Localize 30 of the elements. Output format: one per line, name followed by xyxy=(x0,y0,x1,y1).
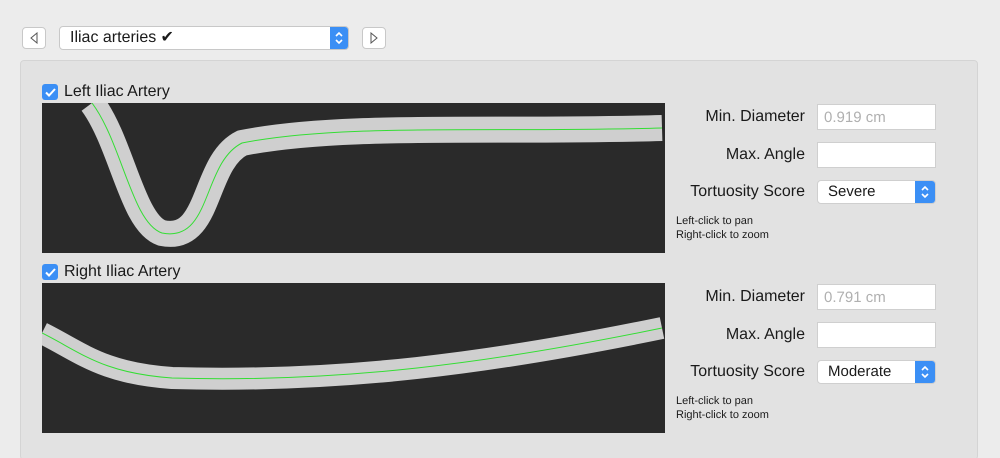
section-title: Left Iliac Artery xyxy=(64,82,170,102)
next-button[interactable] xyxy=(362,26,386,48)
field-label: Min. Diameter xyxy=(705,287,805,307)
field-label: Max. Angle xyxy=(726,145,805,165)
check-icon xyxy=(44,268,56,276)
section-dropdown[interactable]: Iliac arteries ✔ xyxy=(59,26,349,50)
left-triangle-icon xyxy=(29,32,39,44)
stepper-icon xyxy=(920,184,930,200)
check-icon xyxy=(44,88,56,96)
max-angle-field[interactable] xyxy=(817,322,936,348)
hint-text: Left-click to pan xyxy=(676,214,754,228)
min-diameter-field[interactable]: 0.791 cm xyxy=(817,284,936,310)
tortuosity-dropdown[interactable]: Moderate xyxy=(817,360,936,384)
hint-text: Left-click to pan xyxy=(676,394,754,408)
stepper-icon xyxy=(334,30,344,46)
right-triangle-icon xyxy=(369,32,379,44)
stepper-icon xyxy=(920,364,930,380)
checkbox[interactable] xyxy=(42,264,58,280)
tortuosity-dropdown[interactable]: Severe xyxy=(817,180,936,204)
max-angle-field[interactable] xyxy=(817,142,936,168)
field-label: Tortuosity Score xyxy=(690,362,805,382)
hint-text: Right-click to zoom xyxy=(676,228,770,242)
previous-button[interactable] xyxy=(22,26,46,48)
field-label: Tortuosity Score xyxy=(690,182,805,202)
checkbox[interactable] xyxy=(42,84,58,100)
min-diameter-field[interactable]: 0.919 cm xyxy=(817,104,936,130)
section-title: Right Iliac Artery xyxy=(64,262,180,282)
field-label: Max. Angle xyxy=(726,325,805,345)
field-label: Min. Diameter xyxy=(705,107,805,127)
hint-text: Right-click to zoom xyxy=(676,408,770,422)
